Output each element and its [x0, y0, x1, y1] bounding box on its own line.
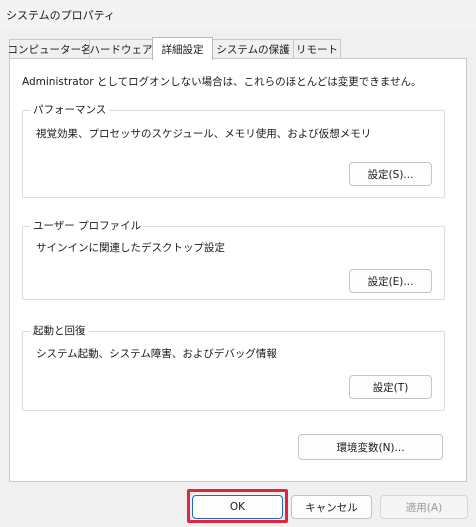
- tab-remote[interactable]: リモート: [293, 39, 341, 58]
- performance-description: 視覚効果、プロセッサのスケジュール、メモリ使用、および仮想メモリ: [36, 128, 372, 140]
- user-profile-description: サインインに関連したデスクトップ設定: [36, 242, 225, 254]
- apply-button[interactable]: 適用(A): [380, 495, 468, 519]
- performance-legend: パフォーマンス: [30, 102, 110, 117]
- tab-computer-name[interactable]: コンピューター名: [8, 39, 92, 58]
- cancel-button[interactable]: キャンセル: [291, 495, 372, 519]
- startup-recovery-description: システム起動、システム障害、およびデバッグ情報: [36, 348, 277, 360]
- tab-system-protection[interactable]: システムの保護: [212, 39, 294, 58]
- startup-recovery-settings-button[interactable]: 設定(T): [349, 375, 432, 399]
- title-bar: システムのプロパティ: [0, 0, 476, 30]
- tab-advanced[interactable]: 詳細設定: [152, 37, 213, 60]
- ok-button-highlight: [187, 489, 288, 523]
- admin-notice: Administrator としてログオンしない場合は、これらのほとんどは変更で…: [22, 76, 422, 88]
- startup-recovery-legend: 起動と回復: [30, 323, 89, 338]
- performance-settings-button[interactable]: 設定(S)...: [349, 162, 432, 186]
- startup-recovery-group: [22, 331, 445, 411]
- user-profile-legend: ユーザー プロファイル: [30, 218, 145, 233]
- environment-variables-button[interactable]: 環境変数(N)...: [298, 434, 443, 460]
- tab-hardware[interactable]: ハードウェア: [89, 39, 153, 58]
- user-profile-settings-button[interactable]: 設定(E)...: [349, 269, 432, 293]
- window-title: システムのプロパティ: [6, 9, 116, 22]
